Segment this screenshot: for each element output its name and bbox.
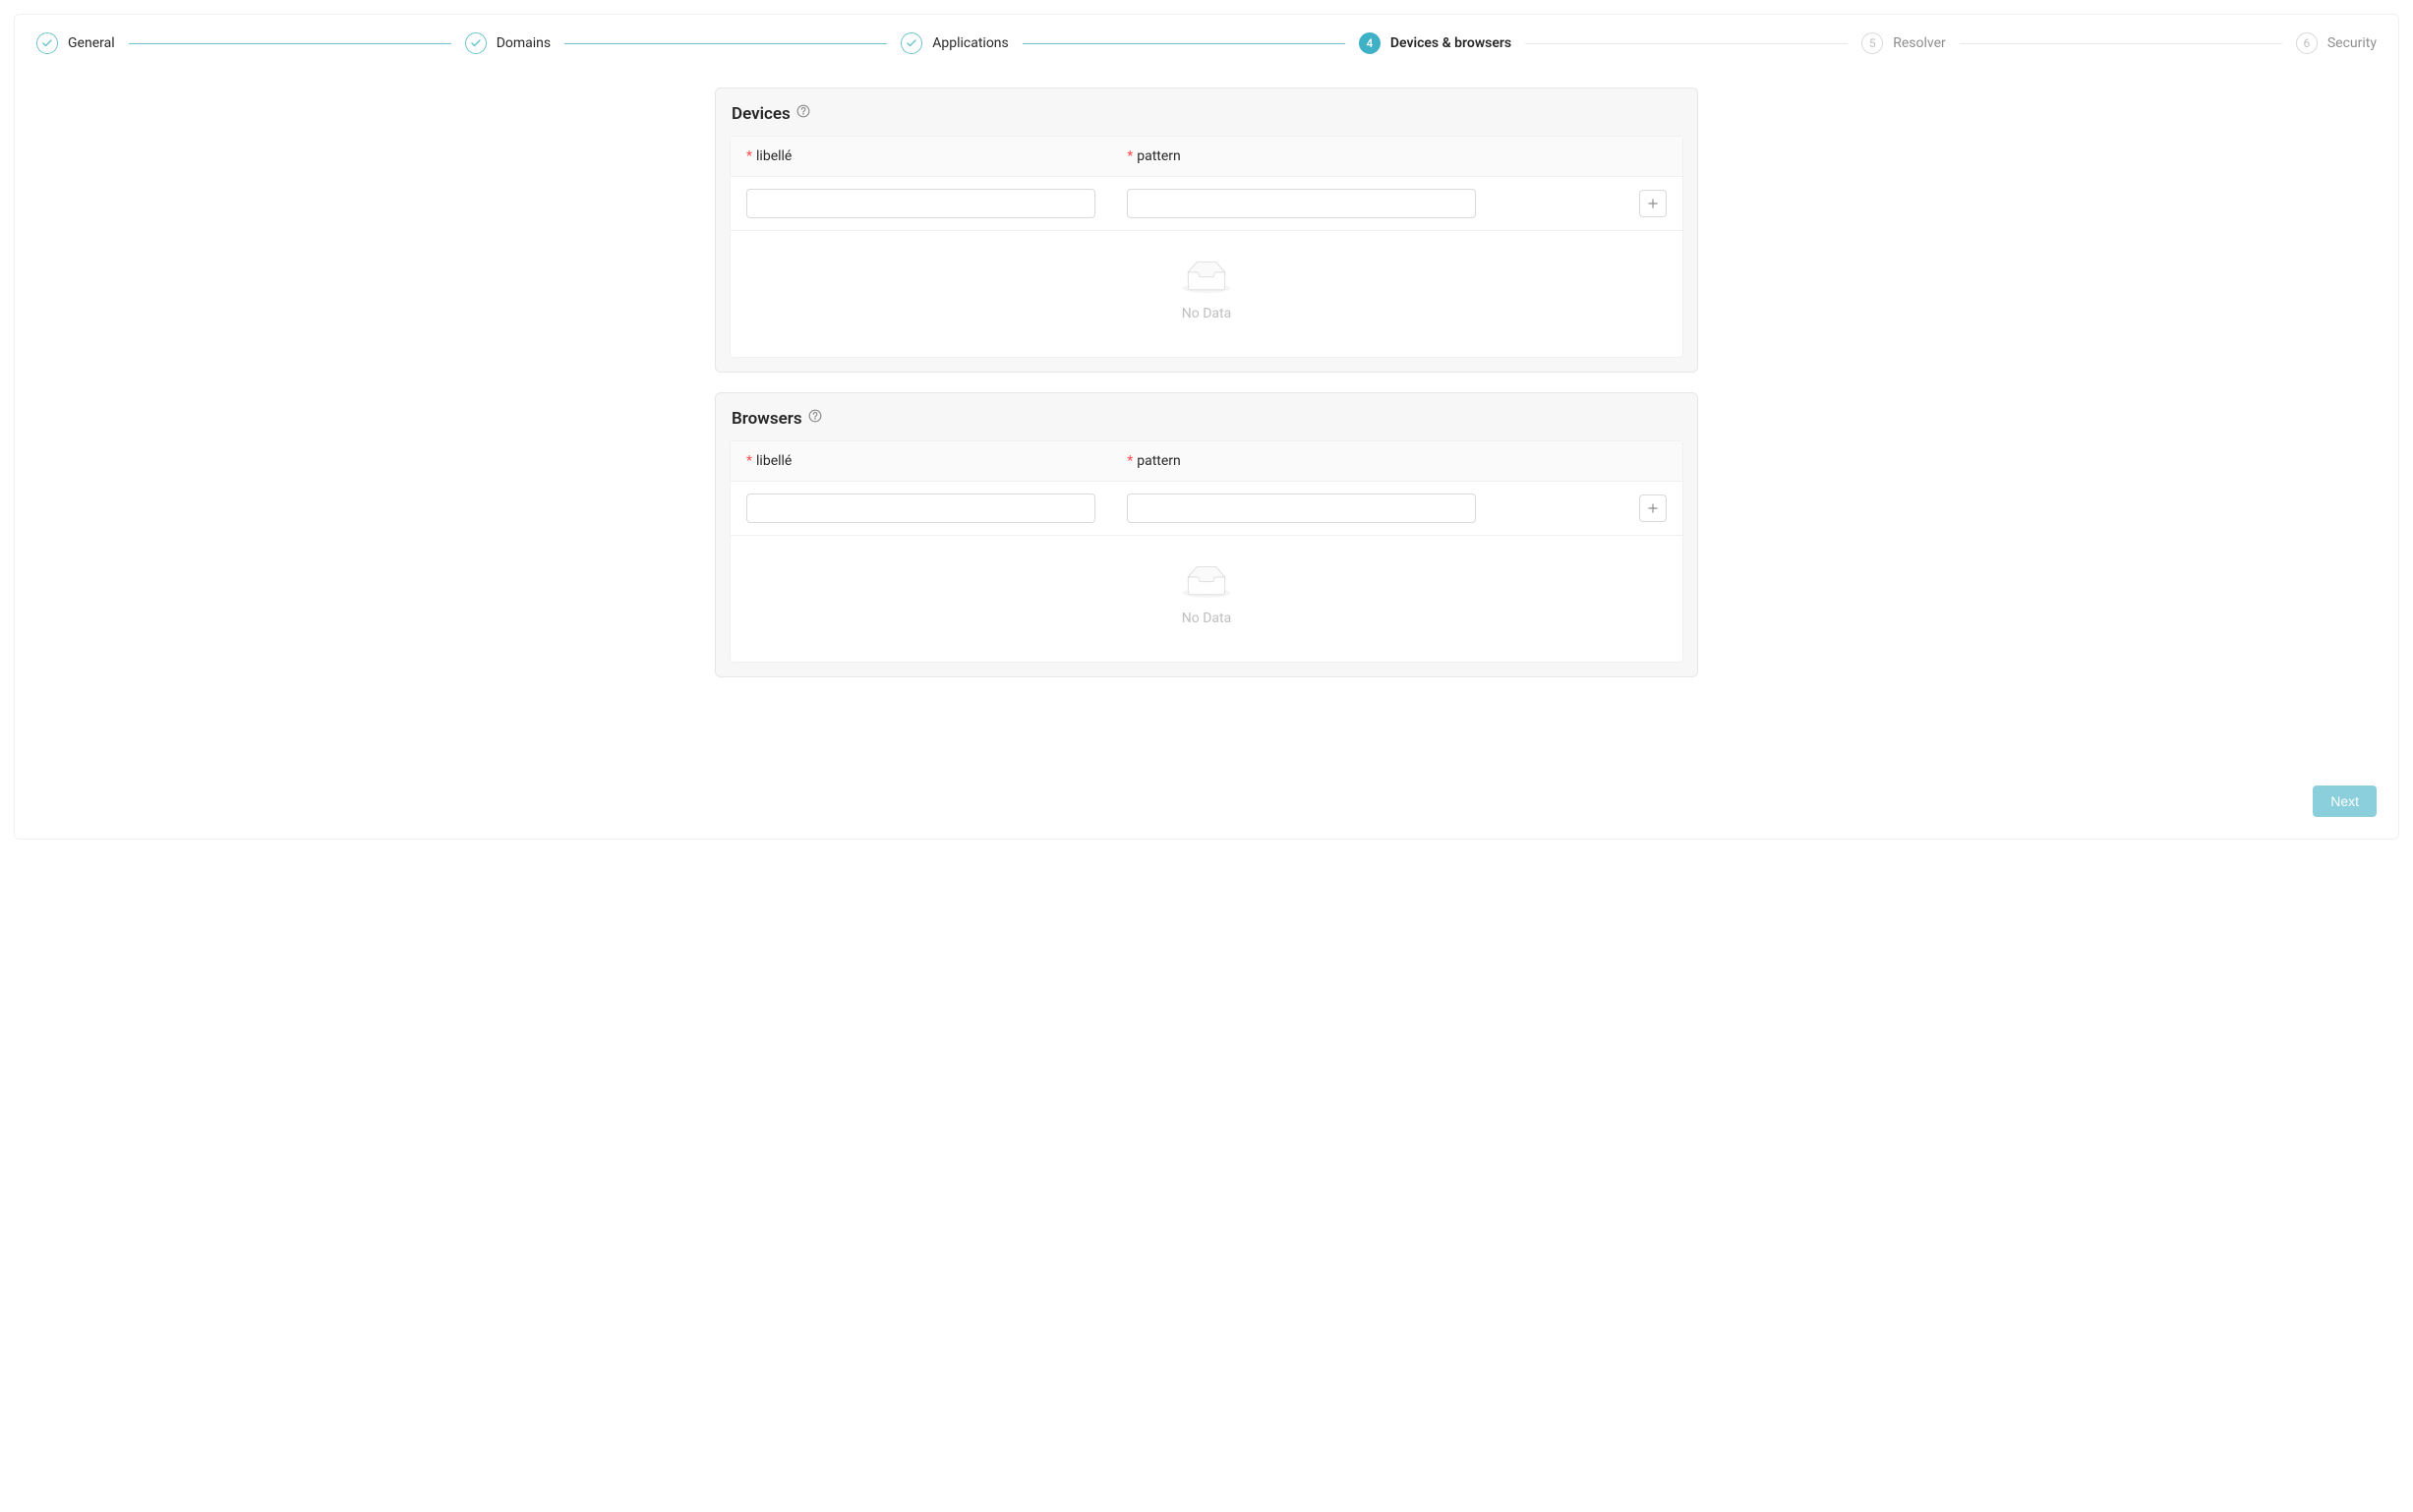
step-connector bbox=[129, 43, 451, 44]
step-number-icon: 4 bbox=[1359, 32, 1381, 54]
step-number-icon: 6 bbox=[2296, 32, 2318, 54]
help-icon[interactable] bbox=[808, 408, 822, 422]
step-connector bbox=[1960, 43, 2282, 44]
col-pattern-label: pattern bbox=[1137, 148, 1181, 164]
step-label: Resolver bbox=[1893, 35, 1946, 51]
col-pattern-header: * pattern bbox=[1111, 137, 1492, 176]
cell-pattern bbox=[1111, 482, 1492, 535]
page-container: General Domains Applications 4 Devices &… bbox=[14, 14, 2399, 840]
panel-title-text: Devices bbox=[732, 104, 791, 124]
step-connector bbox=[1525, 43, 1848, 44]
cell-pattern bbox=[1111, 177, 1492, 230]
step-label: Applications bbox=[932, 35, 1009, 51]
required-mark: * bbox=[746, 148, 752, 164]
browsers-empty-state: No Data bbox=[731, 536, 1682, 662]
browsers-empty-text: No Data bbox=[1182, 611, 1231, 626]
plus-icon bbox=[1646, 197, 1660, 210]
step-general[interactable]: General bbox=[36, 32, 115, 54]
col-libelle-header: * libellé bbox=[731, 441, 1111, 481]
plus-icon bbox=[1646, 501, 1660, 515]
devices-empty-text: No Data bbox=[1182, 306, 1231, 321]
col-libelle-label: libellé bbox=[756, 148, 792, 164]
devices-pattern-input[interactable] bbox=[1127, 189, 1476, 218]
devices-add-button[interactable] bbox=[1639, 190, 1667, 217]
footer-actions: Next bbox=[2313, 785, 2377, 817]
browsers-input-row bbox=[731, 482, 1682, 536]
check-icon bbox=[901, 32, 922, 54]
empty-box-icon bbox=[1181, 565, 1232, 601]
step-domains[interactable]: Domains bbox=[465, 32, 551, 54]
cell-action bbox=[1492, 178, 1682, 229]
help-icon[interactable] bbox=[796, 103, 810, 117]
browsers-add-button[interactable] bbox=[1639, 494, 1667, 522]
step-label: Devices & browsers bbox=[1390, 35, 1511, 51]
devices-table: * libellé * pattern bbox=[730, 136, 1683, 358]
step-applications[interactable]: Applications bbox=[901, 32, 1009, 54]
col-pattern-label: pattern bbox=[1137, 453, 1181, 469]
step-connector bbox=[564, 43, 887, 44]
devices-libelle-input[interactable] bbox=[746, 189, 1095, 218]
step-label: Domains bbox=[497, 35, 551, 51]
col-action-header bbox=[1492, 441, 1682, 481]
next-button[interactable]: Next bbox=[2313, 785, 2377, 817]
col-pattern-header: * pattern bbox=[1111, 441, 1492, 481]
wizard-stepper: General Domains Applications 4 Devices &… bbox=[36, 32, 2377, 54]
browsers-libelle-input[interactable] bbox=[746, 494, 1095, 523]
content-wrap: Devices * libellé * pattern bbox=[715, 87, 1698, 677]
cell-libelle bbox=[731, 482, 1111, 535]
devices-panel-title: Devices bbox=[730, 102, 1683, 136]
devices-table-head: * libellé * pattern bbox=[731, 137, 1682, 177]
devices-panel: Devices * libellé * pattern bbox=[715, 87, 1698, 373]
required-mark: * bbox=[1127, 148, 1133, 164]
check-icon bbox=[36, 32, 58, 54]
browsers-panel-title: Browsers bbox=[730, 407, 1683, 440]
required-mark: * bbox=[746, 453, 752, 469]
step-connector bbox=[1023, 43, 1345, 44]
col-libelle-label: libellé bbox=[756, 453, 792, 469]
cell-action bbox=[1492, 483, 1682, 534]
cell-libelle bbox=[731, 177, 1111, 230]
col-action-header bbox=[1492, 137, 1682, 176]
devices-input-row bbox=[731, 177, 1682, 231]
step-label: General bbox=[68, 35, 115, 51]
browsers-pattern-input[interactable] bbox=[1127, 494, 1476, 523]
panel-title-text: Browsers bbox=[732, 409, 802, 429]
step-number-icon: 5 bbox=[1861, 32, 1883, 54]
browsers-table: * libellé * pattern bbox=[730, 440, 1683, 663]
step-security[interactable]: 6 Security bbox=[2296, 32, 2377, 54]
step-resolver[interactable]: 5 Resolver bbox=[1861, 32, 1946, 54]
col-libelle-header: * libellé bbox=[731, 137, 1111, 176]
empty-box-icon bbox=[1181, 261, 1232, 296]
devices-empty-state: No Data bbox=[731, 231, 1682, 357]
step-devices-browsers[interactable]: 4 Devices & browsers bbox=[1359, 32, 1511, 54]
check-icon bbox=[465, 32, 487, 54]
browsers-panel: Browsers * libellé * pattern bbox=[715, 392, 1698, 677]
required-mark: * bbox=[1127, 453, 1133, 469]
step-label: Security bbox=[2327, 35, 2377, 51]
browsers-table-head: * libellé * pattern bbox=[731, 441, 1682, 482]
